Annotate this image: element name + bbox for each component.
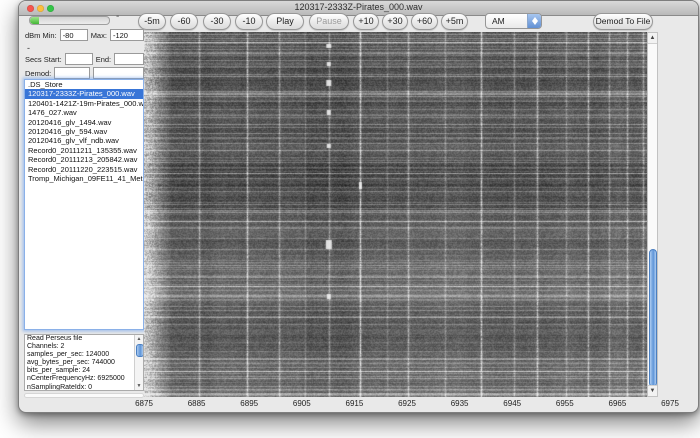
- info-horizontal-scrollbar[interactable]: [24, 393, 144, 398]
- freq-tick-label: 6885: [187, 399, 206, 408]
- demod-input-2[interactable]: [93, 67, 144, 79]
- seek-minus-60-button[interactable]: -60: [170, 13, 198, 30]
- seek-minus-5m-button[interactable]: -5m: [138, 13, 166, 30]
- seek-plus-30-button[interactable]: +30: [382, 13, 408, 30]
- freq-tick-label: 6965: [608, 399, 627, 408]
- spectrogram-scrollbar-thumb[interactable]: [648, 249, 657, 387]
- scroll-down-icon[interactable]: ▼: [648, 385, 657, 396]
- list-item[interactable]: Record0_20111213_205842.wav: [25, 155, 143, 164]
- file-info-box[interactable]: Read Perseus file Channels: 2 samples_pe…: [24, 334, 144, 391]
- seek-minus-10-button[interactable]: -10: [235, 13, 263, 30]
- seek-plus-60-button[interactable]: +60: [411, 13, 438, 30]
- progress-dash-label: -: [116, 11, 120, 22]
- list-item[interactable]: 20120416_glv_1494.wav: [25, 118, 143, 127]
- spectrogram-area: [144, 32, 647, 397]
- seek-plus-5m-button[interactable]: +5m: [441, 13, 468, 30]
- pause-button[interactable]: Pause: [309, 13, 349, 30]
- list-item[interactable]: 1476_027.wav: [25, 108, 143, 117]
- dbm-max-label: Max:: [90, 30, 107, 40]
- freq-tick-label: 6915: [345, 399, 364, 408]
- app-window: 120317-2333Z-Pirates_000.wav - -5m -60 -…: [18, 0, 699, 413]
- demod-mode-select[interactable]: AM: [485, 13, 542, 29]
- stepper-icon[interactable]: [527, 14, 541, 28]
- dbm-min-input[interactable]: [59, 29, 88, 41]
- freq-tick-label: 6925: [398, 399, 416, 408]
- progress-fill: [30, 17, 40, 24]
- freq-tick-label: 6895: [240, 399, 259, 408]
- freq-tick-label: 6955: [555, 399, 574, 408]
- freq-tick-label: 6935: [450, 399, 469, 408]
- scroll-down-icon[interactable]: ▼: [135, 382, 143, 390]
- info-line: samples_per_sec: 124000: [27, 351, 110, 359]
- info-line: avg_bytes_per_sec: 744000: [27, 359, 115, 367]
- list-item[interactable]: Tromp_Michigan_09FE11_41_Mete...: [25, 174, 143, 183]
- info-line: bits_per_sample: 24: [27, 367, 91, 375]
- list-item[interactable]: Record0_20111220_223515.wav: [25, 165, 143, 174]
- status-dash-label: -: [27, 43, 30, 53]
- list-item[interactable]: 120401-1421Z-19m-Pirates_000.wav: [25, 99, 143, 108]
- demod-mode-value: AM: [492, 16, 505, 26]
- list-item[interactable]: .DS_Store: [25, 80, 143, 89]
- dbm-min-label: dBm Min:: [25, 30, 57, 40]
- freq-tick-label: 6875: [135, 399, 153, 408]
- freq-tick-label: 6975: [661, 399, 679, 408]
- list-item[interactable]: 20120416_glv_vlf_ndb.wav: [25, 136, 143, 145]
- progress-bar: [29, 16, 110, 25]
- window-title: 120317-2333Z-Pirates_000.wav: [294, 2, 423, 12]
- demod-label: Demod:: [25, 68, 52, 78]
- secs-end-input[interactable]: [114, 53, 144, 65]
- secs-start-label: Secs Start:: [25, 54, 62, 64]
- secs-end-label: End:: [95, 54, 112, 64]
- scroll-up-icon[interactable]: ▲: [648, 33, 657, 44]
- info-scrollbar-thumb[interactable]: [135, 344, 143, 357]
- info-line: Read Perseus file: [27, 335, 83, 342]
- info-scrollbar[interactable]: ▲ ▼: [134, 335, 143, 390]
- demod-to-file-button[interactable]: Demod To File: [593, 13, 653, 30]
- secs-start-input[interactable]: [64, 53, 93, 65]
- dbm-max-input[interactable]: [109, 29, 144, 41]
- scroll-up-icon[interactable]: ▲: [135, 335, 143, 343]
- info-line: Channels: 2: [27, 343, 65, 351]
- info-line: nSamplingRateIdx: 0: [27, 383, 92, 391]
- seek-minus-30-button[interactable]: -30: [203, 13, 231, 30]
- play-button[interactable]: Play: [266, 13, 304, 30]
- list-item[interactable]: Record0_20111211_135355.wav: [25, 146, 143, 155]
- freq-tick-label: 6945: [503, 399, 522, 408]
- info-line: nCenterFrequencyHz: 6925000: [27, 375, 125, 383]
- seek-plus-10-button[interactable]: +10: [353, 13, 379, 30]
- demod-input-1[interactable]: [54, 67, 91, 79]
- spectrogram-scrollbar[interactable]: ▲ ▼: [647, 32, 658, 397]
- list-item[interactable]: 20120416_glv_594.wav: [25, 127, 143, 136]
- freq-tick-label: 6905: [292, 399, 311, 408]
- list-item-selected[interactable]: 120317-2333Z-Pirates_000.wav: [25, 89, 143, 99]
- spectrogram-canvas[interactable]: [144, 32, 647, 397]
- file-list[interactable]: .DS_Store 120317-2333Z-Pirates_000.wav 1…: [24, 79, 144, 330]
